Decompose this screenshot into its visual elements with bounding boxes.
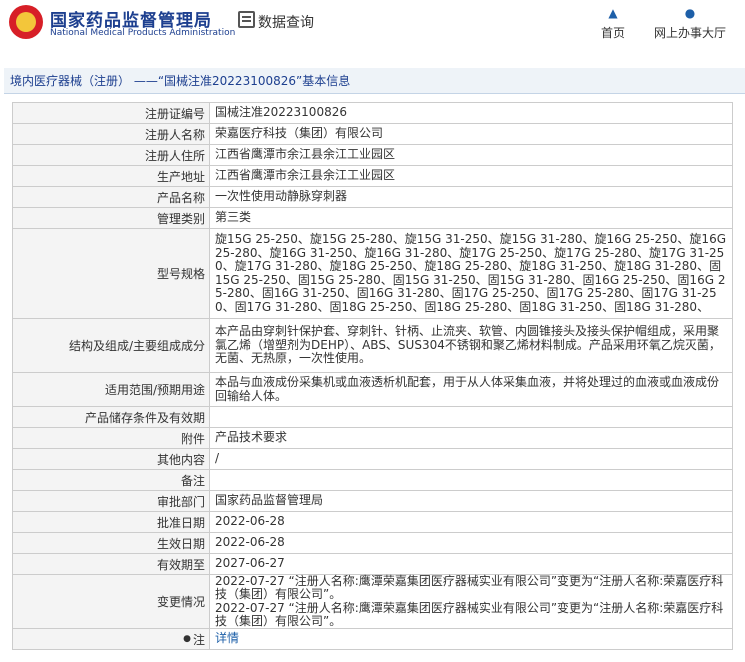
table-row: 注册人住所 江西省鹰潭市余江县余江工业园区	[13, 145, 733, 166]
table-row: 产品储存条件及有效期	[13, 407, 733, 428]
table-row: 审批部门 国家药品监督管理局	[13, 491, 733, 512]
field-label: 附件	[13, 428, 210, 448]
user-icon: ●	[684, 6, 696, 20]
note-label: 注	[192, 632, 205, 647]
table-row: 型号规格 旋15G 25-250、旋15G 25-280、旋15G 31-250、…	[13, 229, 733, 319]
nmpa-emblem-icon	[9, 5, 43, 39]
field-label: 其他内容	[13, 449, 210, 469]
field-value: 江西省鹰潭市余江县余江工业园区	[210, 166, 733, 186]
field-label: ● 注	[13, 629, 210, 649]
field-label: 管理类别	[13, 208, 210, 228]
device-info-table: 注册证编号 国械注准20223100826 注册人名称 荣嘉医疗科技（集团）有限公司注…	[12, 102, 733, 650]
table-row: 变更情况 2022-07-27 “注册人名称:鹰潭荣嘉集团医疗器械实业有限公司”变…	[13, 574, 733, 629]
field-value: 2022-06-28	[210, 512, 733, 532]
field-value: 2027-06-27	[210, 554, 733, 574]
field-label: 有效期至	[13, 554, 210, 574]
field-label: 生产地址	[13, 166, 210, 186]
field-label: 适用范围/预期用途	[13, 373, 210, 406]
table-row: 注册证编号 国械注准20223100826	[13, 103, 733, 124]
table-row: 其他内容 /	[13, 449, 733, 470]
field-value: 荣嘉医疗科技（集团）有限公司	[210, 124, 733, 144]
table-row: 附件 产品技术要求	[13, 428, 733, 449]
table-row: 备注	[13, 470, 733, 491]
field-label: 型号规格	[13, 229, 210, 318]
table-row: 批准日期 2022-06-28	[13, 512, 733, 533]
field-label: 结构及组成/主要组成成分	[13, 319, 210, 372]
field-value: 国械注准20223100826	[210, 103, 733, 123]
field-label: 备注	[13, 470, 210, 490]
nav-home[interactable]: ▲ 首页	[598, 6, 628, 41]
field-label: 注册证编号	[13, 103, 210, 123]
field-value: 详情	[210, 629, 733, 649]
field-value: 本产品由穿刺针保护套、穿刺针、针柄、止流夹、软管、内圆锥接头及接头保护帽组成，采…	[210, 319, 733, 372]
home-icon: ▲	[608, 6, 618, 20]
table-row: 结构及组成/主要组成成分 本产品由穿刺针保护套、穿刺针、针柄、止流夹、软管、内圆锥…	[13, 319, 733, 373]
nav-home-label: 首页	[600, 26, 625, 40]
table-row: 生效日期 2022-06-28	[13, 533, 733, 554]
field-label: 变更情况	[13, 575, 210, 628]
site-subtitle: National Medical Products Administration	[50, 28, 236, 38]
field-value: 2022-07-27 “注册人名称:鹰潭荣嘉集团医疗器械实业有限公司”变更为“注…	[210, 574, 733, 628]
field-value	[210, 470, 733, 490]
field-label: 产品名称	[13, 187, 210, 207]
data-query-link[interactable]: 数据查询	[258, 12, 314, 32]
field-label: 批准日期	[13, 512, 210, 532]
field-value: 本品与血液成份采集机或血液透析机配套，用于从人体采集血液，并将处理过的血液或血液…	[210, 373, 733, 406]
field-label: 生效日期	[13, 533, 210, 553]
nav-online-service[interactable]: ● 网上办事大厅	[651, 6, 729, 41]
table-row: 管理类别 第三类	[13, 208, 733, 229]
site-header: 国家药品监督管理局 National Medical Products Admi…	[0, 0, 745, 49]
field-value: 国家药品监督管理局	[210, 491, 733, 511]
details-link[interactable]: 详情	[215, 632, 239, 646]
table-row: ● 注详情	[13, 629, 733, 650]
field-label: 注册人名称	[13, 124, 210, 144]
field-value	[210, 407, 733, 427]
nav-online-service-label: 网上办事大厅	[653, 26, 726, 40]
field-value: 第三类	[210, 208, 733, 228]
field-label: 审批部门	[13, 491, 210, 511]
field-value: /	[210, 449, 733, 469]
table-row: 适用范围/预期用途 本品与血液成份采集机或血液透析机配套，用于从人体采集血液，并将…	[13, 373, 733, 407]
field-value: 江西省鹰潭市余江县余江工业园区	[210, 145, 733, 165]
table-row: 生产地址 江西省鹰潭市余江县余江工业园区	[13, 166, 733, 187]
info-icon: ●	[183, 634, 191, 644]
table-row: 产品名称 一次性使用动静脉穿刺器	[13, 187, 733, 208]
data-query-icon[interactable]	[238, 11, 255, 28]
table-row: 有效期至 2027-06-27	[13, 554, 733, 575]
breadcrumb: 境内医疗器械（注册） ——“国械注准20223100826”基本信息	[4, 68, 745, 94]
field-value: 2022-06-28	[210, 533, 733, 553]
field-value: 一次性使用动静脉穿刺器	[210, 187, 733, 207]
field-label: 产品储存条件及有效期	[13, 407, 210, 427]
field-value: 产品技术要求	[210, 428, 733, 448]
field-label: 注册人住所	[13, 145, 210, 165]
field-value: 旋15G 25-250、旋15G 25-280、旋15G 31-250、旋15G…	[210, 229, 733, 318]
table-row: 注册人名称 荣嘉医疗科技（集团）有限公司	[13, 124, 733, 145]
